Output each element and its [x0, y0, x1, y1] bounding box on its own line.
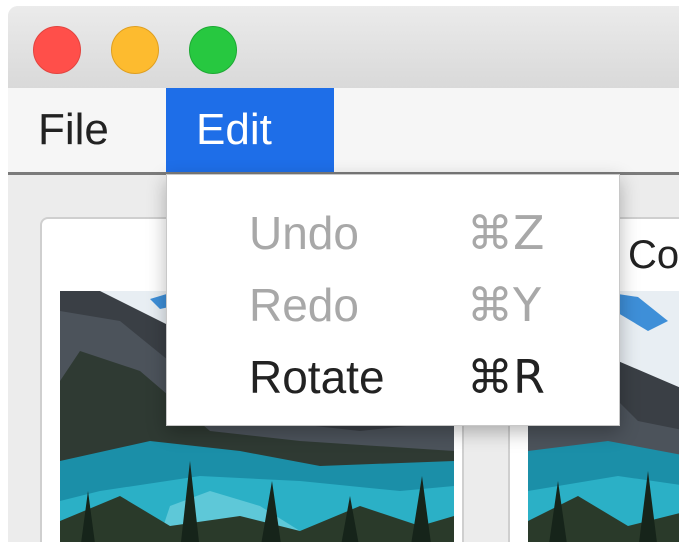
title-bar [8, 6, 679, 88]
menu-bar: File Edit [8, 88, 679, 175]
menu-edit[interactable]: Edit [166, 88, 334, 172]
redo-label: Redo [249, 279, 359, 331]
minimize-window-button[interactable] [111, 26, 159, 74]
redo-shortcut: ⌘Y [467, 278, 542, 332]
rotate-shortcut: ⌘R [467, 350, 545, 404]
menu-file[interactable]: File [8, 88, 131, 172]
close-window-button[interactable] [33, 26, 81, 74]
app-window: File Edit Co Undo ⌘Z Redo ⌘Y Rotate ⌘R [8, 6, 679, 542]
rotate-label: Rotate [249, 351, 385, 403]
undo-label: Undo [249, 207, 359, 259]
menu-item-rotate[interactable]: Rotate ⌘R [167, 341, 619, 413]
edit-menu-dropdown: Undo ⌘Z Redo ⌘Y Rotate ⌘R [166, 174, 620, 426]
undo-shortcut: ⌘Z [467, 206, 545, 260]
right-panel-label: Co [628, 233, 679, 277]
zoom-window-button[interactable] [189, 26, 237, 74]
menu-item-redo: Redo ⌘Y [167, 269, 619, 341]
menu-item-undo: Undo ⌘Z [167, 197, 619, 269]
